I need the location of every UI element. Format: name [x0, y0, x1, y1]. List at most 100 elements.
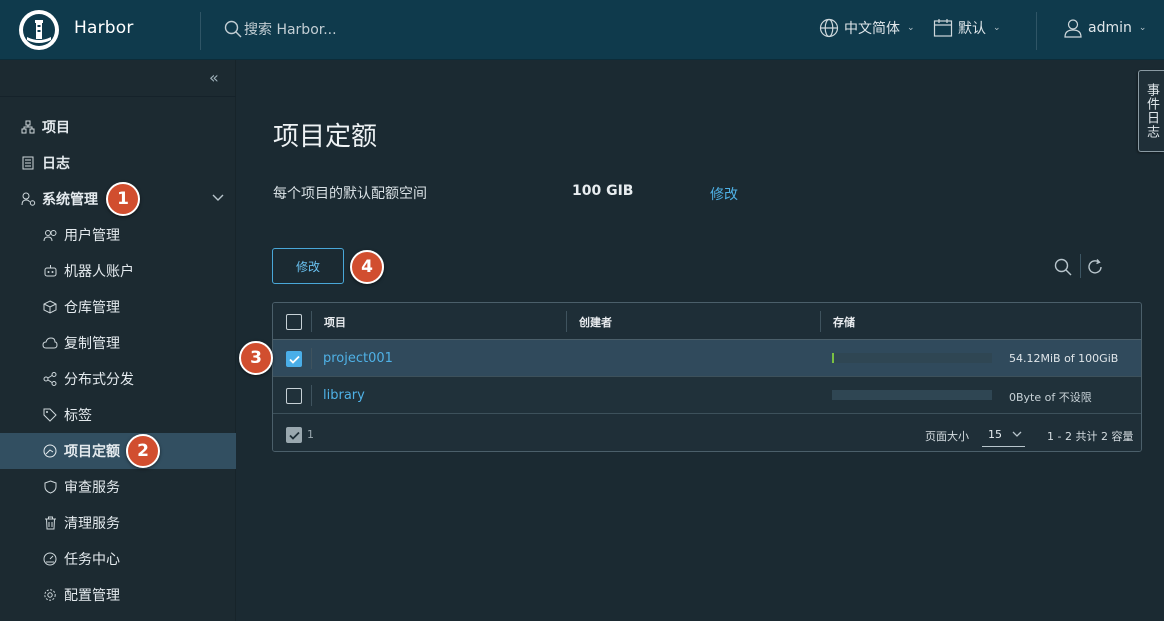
language-label: 中文简体: [844, 21, 900, 37]
pagination-summary: 1 - 2 共计 2 容量: [1047, 430, 1134, 443]
sidebar-item-label: 标签: [64, 408, 92, 424]
column-divider: [311, 385, 312, 406]
step-badge-4: 4: [350, 250, 384, 284]
sidebar-item-robots[interactable]: 机器人账户: [0, 253, 236, 289]
chevron-down-icon: [1012, 428, 1022, 441]
sidebar: « 项目 日志 系统管理 用户管理 机器人账户 仓库管理 复制管理 分布式分发 …: [0, 60, 236, 621]
project-link-cell[interactable]: library: [323, 377, 365, 414]
step-badge-3: 3: [239, 341, 273, 375]
chevron-down-icon: ⌄: [1138, 23, 1147, 33]
column-divider: [311, 348, 312, 369]
selected-count: 1: [307, 428, 314, 441]
default-quota-label: 每个项目的默认配额空间: [273, 186, 427, 202]
project-link-cell[interactable]: project001: [323, 340, 393, 377]
sidebar-item-users[interactable]: 用户管理: [0, 217, 236, 253]
users-icon: [42, 227, 58, 243]
sidebar-item-label: 用户管理: [64, 228, 120, 244]
project-link[interactable]: project001: [323, 351, 393, 366]
sidebar-item-distribution[interactable]: 分布式分发: [0, 361, 236, 397]
sidebar-item-label: 系统管理: [42, 192, 98, 208]
page-size-select[interactable]: 15: [982, 423, 1025, 447]
sidebar-item-configuration[interactable]: 配置管理: [0, 577, 236, 613]
sidebar-item-registries[interactable]: 仓库管理: [0, 289, 236, 325]
projects-icon: [20, 119, 36, 135]
harbor-logo-icon[interactable]: [19, 10, 59, 50]
chevron-down-icon: ⌄: [993, 23, 1001, 33]
event-log-tab[interactable]: 事件日志: [1138, 70, 1164, 152]
default-quota-value: 100 GIB: [572, 183, 634, 199]
user-menu[interactable]: admin ⌄: [1063, 18, 1146, 38]
page-size-value: 15: [988, 428, 1002, 441]
sidebar-divider: [0, 96, 236, 97]
sidebar-item-labels[interactable]: 标签: [0, 397, 236, 433]
global-search[interactable]: 搜索 Harbor...: [224, 19, 337, 39]
sidebar-item-job-service[interactable]: 任务中心: [0, 541, 236, 577]
sidebar-item-label: 审查服务: [64, 480, 120, 496]
tag-icon: [42, 407, 58, 423]
sidebar-item-label: 任务中心: [64, 552, 120, 568]
search-icon[interactable]: [1054, 258, 1072, 280]
edit-quota-button[interactable]: 修改: [272, 248, 344, 284]
storage-progress-bar: [832, 390, 992, 400]
event-log-label: 事件日志: [1144, 83, 1159, 139]
page-size-label: 页面大小: [925, 430, 969, 443]
search-icon: [224, 20, 242, 38]
column-header-storage[interactable]: 存储: [833, 303, 855, 340]
user-icon: [1064, 19, 1082, 38]
theme-label: 默认: [958, 21, 986, 37]
refresh-icon[interactable]: [1086, 258, 1104, 280]
registry-icon: [42, 299, 58, 315]
main-content: 项目定额 每个项目的默认配额空间 100 GIB 修改 修改 项目 创建者 存储…: [237, 60, 1164, 621]
column-header-project[interactable]: 项目: [324, 303, 346, 340]
toolbar-divider: [1080, 254, 1081, 278]
header-divider: [1036, 12, 1037, 50]
table-row[interactable]: library 0Byte of 不设限: [273, 377, 1141, 414]
theme-selector[interactable]: 默认 ⌄: [933, 18, 1001, 38]
storage-text: 0Byte of 不设限: [1009, 391, 1092, 404]
storage-progress-fill: [832, 353, 834, 363]
calendar-icon: [933, 19, 953, 37]
brand-name: Harbor: [74, 18, 134, 38]
select-all-checkbox[interactable]: [286, 314, 302, 330]
language-selector[interactable]: 中文简体 ⌄: [819, 18, 915, 38]
sidebar-item-gc[interactable]: 清理服务: [0, 505, 236, 541]
sidebar-item-scanners[interactable]: 审查服务: [0, 469, 236, 505]
gear-icon: [42, 587, 58, 603]
row-checkbox[interactable]: [286, 388, 302, 404]
column-header-creator[interactable]: 创建者: [579, 303, 612, 340]
robot-icon: [42, 263, 58, 279]
sidebar-item-projects[interactable]: 项目: [0, 109, 236, 145]
project-link[interactable]: library: [323, 388, 365, 403]
row-checkbox[interactable]: [286, 351, 302, 367]
sidebar-item-label: 项目: [42, 120, 70, 136]
sidebar-item-project-quotas[interactable]: 项目定额: [0, 433, 236, 469]
quota-icon: [42, 443, 58, 459]
chevron-down-icon[interactable]: [212, 191, 224, 207]
sidebar-item-logs[interactable]: 日志: [0, 145, 236, 181]
sidebar-item-label: 日志: [42, 156, 70, 172]
sidebar-item-label: 机器人账户: [64, 264, 134, 280]
sidebar-item-label: 清理服务: [64, 516, 120, 532]
edit-default-quota-link[interactable]: 修改: [710, 184, 738, 204]
header-divider: [200, 12, 201, 50]
sidebar-item-label: 配置管理: [64, 588, 120, 604]
distribution-icon: [42, 371, 58, 387]
step-badge-2: 2: [126, 434, 160, 468]
quota-datagrid: 项目 创建者 存储 project001 54.12MiB of 100GiB …: [272, 302, 1142, 452]
selection-count-checkbox: [286, 427, 302, 443]
sidebar-item-label: 复制管理: [64, 336, 120, 352]
sidebar-item-replication[interactable]: 复制管理: [0, 325, 236, 361]
admin-icon: [20, 191, 36, 207]
sidebar-item-label: 仓库管理: [64, 300, 120, 316]
chevron-down-icon: ⌄: [907, 23, 915, 33]
datagrid-header: 项目 创建者 存储: [273, 303, 1141, 340]
collapse-sidebar-icon[interactable]: «: [209, 68, 219, 87]
top-header: Harbor 搜索 Harbor... 中文简体 ⌄ 默认 ⌄ admin ⌄: [0, 0, 1164, 60]
dashboard-icon: [42, 551, 58, 567]
column-divider: [311, 311, 312, 332]
column-divider: [820, 311, 821, 332]
replication-icon: [42, 335, 58, 351]
table-row[interactable]: project001 54.12MiB of 100GiB: [273, 340, 1141, 377]
globe-icon: [819, 18, 839, 38]
sidebar-item-label: 分布式分发: [64, 372, 134, 388]
